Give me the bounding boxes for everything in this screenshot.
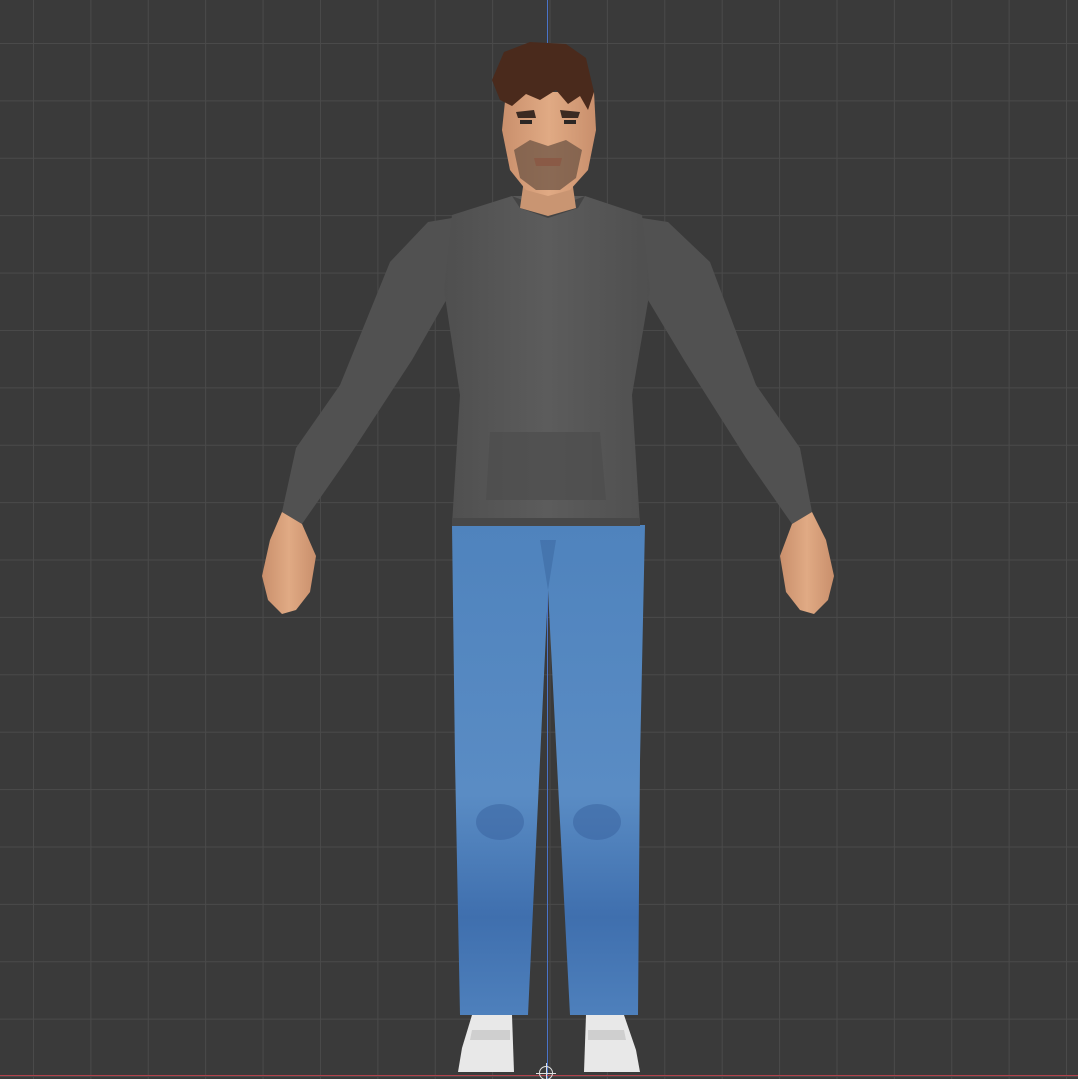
3d-viewport[interactable]	[0, 0, 1078, 1079]
character-model[interactable]	[0, 0, 1078, 1079]
head	[502, 92, 596, 196]
origin-marker-icon	[536, 1063, 556, 1079]
sweater	[444, 196, 650, 526]
shoes	[458, 1015, 640, 1072]
jeans	[452, 525, 645, 1015]
